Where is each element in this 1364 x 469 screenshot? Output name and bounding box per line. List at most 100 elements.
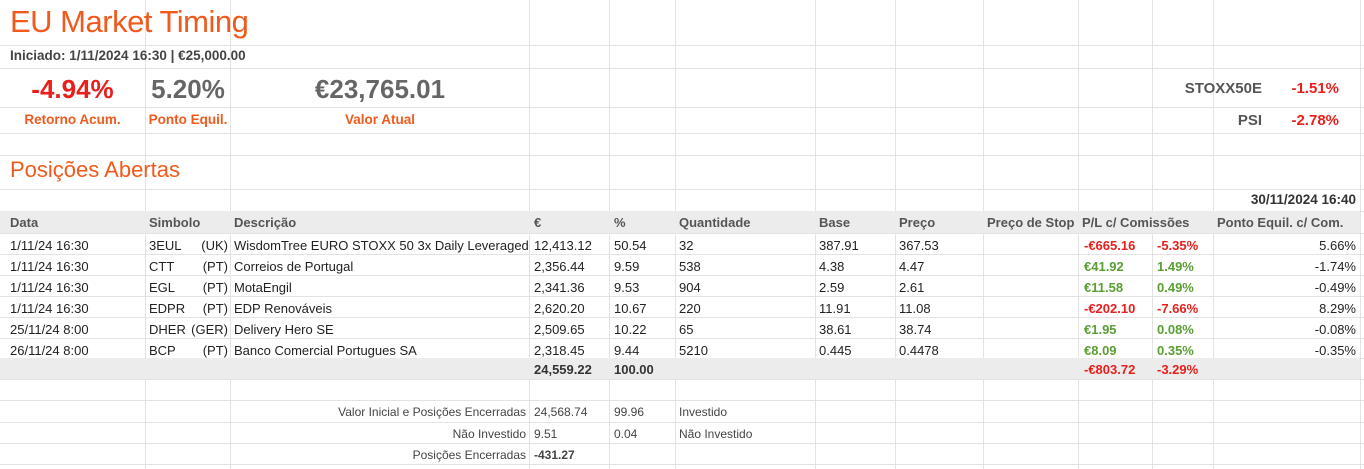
index-name-psi: PSI [1237, 112, 1262, 129]
cell-base: 11.91 [819, 301, 851, 316]
cell-pl-pct: 1.49% [1157, 259, 1194, 274]
cell-breakeven: 5.66% [1319, 238, 1356, 253]
cell-pl-pct: 0.08% [1157, 322, 1194, 337]
cell-price: 38.74 [899, 322, 932, 337]
cell-base: 4.38 [819, 259, 845, 274]
page-title: EU Market Timing [10, 4, 249, 39]
summary-label-encerradas: Posições Encerradas [412, 448, 526, 462]
summary-pct-nao-investido: 0.04 [614, 427, 638, 441]
col-eur[interactable]: € [534, 215, 541, 230]
cell-pct: 50.54 [614, 238, 647, 253]
cell-price: 4.47 [899, 259, 925, 274]
cell-pl: €1.95 [1084, 322, 1117, 337]
cell-eur: 2,509.65 [534, 322, 585, 337]
cell-description: WisdomTree EURO STOXX 50 3x Daily Levera… [234, 238, 529, 253]
cell-breakeven: -0.49% [1314, 280, 1356, 295]
index-value-psi: -2.78% [1291, 112, 1339, 129]
index-name-stoxx: STOXX50E [1184, 80, 1262, 97]
totals-row [0, 358, 1360, 379]
kpi-retorno-value: -4.94% [31, 74, 114, 104]
summary-value-inicial: 24,568.74 [534, 405, 588, 419]
cell-pl: -€665.16 [1084, 238, 1136, 253]
summary-value-nao-investido: 9.51 [534, 427, 558, 441]
index-value-stoxx: -1.51% [1291, 80, 1339, 97]
cell-pl: €8.09 [1084, 343, 1117, 358]
cell-breakeven: -0.35% [1314, 343, 1356, 358]
snapshot-timestamp: 30/11/2024 16:40 [1250, 192, 1356, 207]
cell-breakeven: -0.08% [1314, 322, 1356, 337]
cell-price: 0.4478 [899, 343, 939, 358]
cell-price: 11.08 [899, 301, 931, 316]
cell-eur: 2,318.45 [534, 343, 585, 358]
cell-symbol: EDPR [149, 301, 186, 316]
cell-price: 2.61 [899, 280, 925, 295]
cell-quantity: 65 [679, 322, 694, 337]
cell-symbol: 3EUL [149, 238, 182, 253]
cell-description: Delivery Hero SE [234, 322, 334, 337]
col-stop[interactable]: Preço de Stop [987, 215, 1074, 230]
summary-label-nao-investido: Não Investido [452, 427, 526, 441]
total-pct: 100.00 [614, 362, 654, 377]
cell-quantity: 5210 [679, 343, 708, 358]
cell-country: (PT) [202, 301, 228, 316]
cell-pl: -€202.10 [1084, 301, 1136, 316]
cell-country: (UK) [201, 238, 228, 253]
total-pl-pct: -3.29% [1157, 362, 1199, 377]
portfolio-subtitle: Iniciado: 1/11/2024 16:30 | €25,000.00 [10, 48, 246, 63]
cell-date: 1/11/24 16:30 [10, 259, 89, 274]
cell-quantity: 904 [679, 280, 701, 295]
cell-country: (PT) [202, 343, 228, 358]
cell-eur: 2,341.36 [534, 280, 585, 295]
cell-date: 1/11/24 16:30 [10, 301, 89, 316]
kpi-ponto-label: Ponto Equil. [148, 112, 228, 127]
spreadsheet-grid [0, 0, 1364, 469]
cell-description: Banco Comercial Portugues SA [234, 343, 417, 358]
col-pl[interactable]: P/L c/ Comissões [1082, 215, 1189, 230]
col-base[interactable]: Base [819, 215, 850, 230]
cell-pl-pct: 0.35% [1157, 343, 1194, 358]
cell-eur: 12,413.12 [534, 238, 592, 253]
col-quantidade[interactable]: Quantidade [679, 215, 751, 230]
cell-pl: €41.92 [1084, 259, 1124, 274]
cell-base: 2.59 [819, 280, 845, 295]
cell-date: 1/11/24 16:30 [10, 280, 89, 295]
col-preco[interactable]: Preço [899, 215, 935, 230]
col-ponto-equil[interactable]: Ponto Equil. c/ Com. [1217, 215, 1343, 230]
section-title: Posições Abertas [10, 157, 180, 182]
cell-date: 25/11/24 8:00 [10, 322, 89, 337]
kpi-valor-value: €23,765.01 [314, 74, 446, 104]
cell-description: Correios de Portugal [234, 259, 354, 274]
col-descricao[interactable]: Descrição [234, 215, 296, 230]
cell-country: (GER) [191, 322, 228, 337]
cell-eur: 2,356.44 [534, 259, 585, 274]
cell-symbol: BCP [149, 343, 176, 358]
cell-pl-pct: -5.35% [1157, 238, 1199, 253]
cell-description: MotaEngil [234, 280, 292, 295]
summary-value-encerradas: -431.27 [534, 448, 575, 462]
cell-symbol: DHER [149, 322, 186, 337]
cell-base: 0.445 [819, 343, 852, 358]
col-pct[interactable]: % [614, 215, 626, 230]
cell-date: 1/11/24 16:30 [10, 238, 89, 253]
kpi-retorno-label: Retorno Acum. [24, 112, 121, 127]
col-data[interactable]: Data [10, 215, 38, 230]
cell-pct: 9.53 [614, 280, 640, 295]
cell-breakeven: -1.74% [1314, 259, 1356, 274]
cell-pct: 9.44 [614, 343, 640, 358]
cell-pct: 10.67 [614, 301, 647, 316]
cell-price: 367.53 [899, 238, 939, 253]
cell-breakeven: 8.29% [1319, 301, 1356, 316]
summary-label-inicial: Valor Inicial e Posições Encerradas [338, 405, 526, 419]
cell-quantity: 32 [679, 238, 694, 253]
summary-note-nao-investido: Não Investido [679, 427, 753, 441]
cell-pl: €11.58 [1084, 280, 1124, 295]
cell-symbol: EGL [149, 280, 176, 295]
col-simbolo[interactable]: Simbolo [149, 215, 200, 230]
cell-base: 38.61 [819, 322, 852, 337]
cell-pct: 10.22 [614, 322, 647, 337]
total-eur: 24,559.22 [534, 362, 592, 377]
kpi-ponto-value: 5.20% [151, 74, 225, 104]
cell-date: 26/11/24 8:00 [10, 343, 89, 358]
cell-description: EDP Renováveis [234, 301, 333, 316]
cell-quantity: 220 [679, 301, 701, 316]
